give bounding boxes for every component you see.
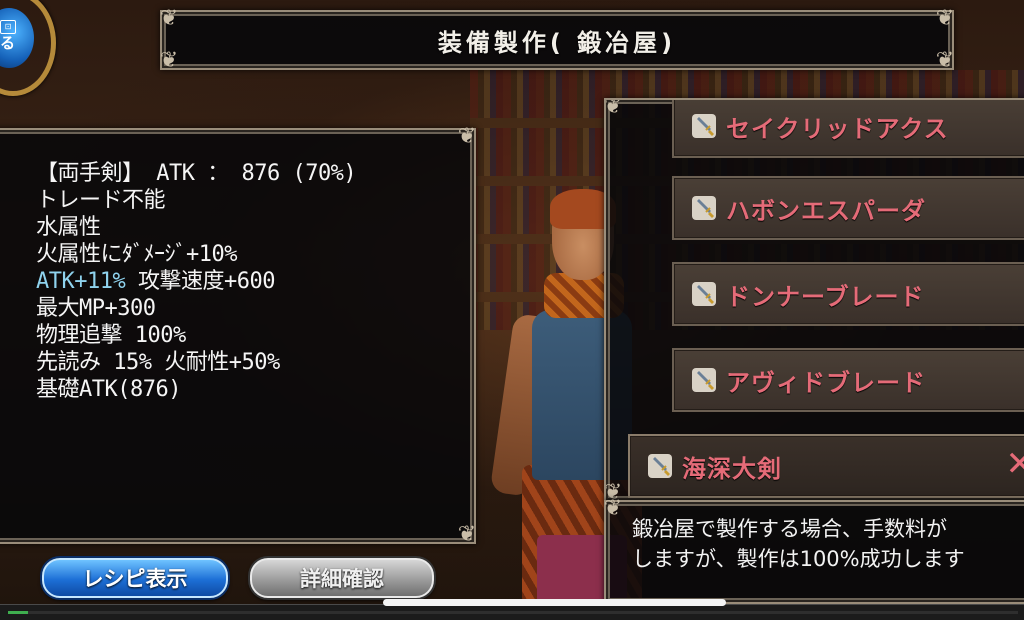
- recipe-list-panel[interactable]: ❦ ❦ セイクリッドアクス ハボンエスパーダ ドンナーブレード: [604, 98, 1024, 502]
- ornament-icon: ❦: [600, 496, 626, 522]
- stat-line: 【両手剣】 ATK ： 876 (70%): [36, 160, 356, 187]
- recipe-name: ドンナーブレード: [726, 277, 925, 312]
- globe-menu-button[interactable]: ⊡ る: [0, 0, 50, 90]
- sword-icon: [646, 452, 674, 480]
- detail-check-button[interactable]: 詳細確認: [250, 558, 434, 598]
- stat-line: 最大MP+300: [36, 295, 356, 322]
- ornament-icon: ❦: [932, 6, 958, 32]
- recipe-item[interactable]: ハボンエスパーダ: [672, 176, 1024, 240]
- description-text: 鍛冶屋で製作する場合、手数料が しますが、製作は100%成功します: [632, 514, 965, 574]
- ornament-icon: ❦: [454, 522, 480, 548]
- stat-attack-speed: 攻撃速度+600: [125, 269, 275, 294]
- sword-icon: [690, 366, 718, 394]
- close-icon[interactable]: ✕: [1006, 444, 1024, 484]
- show-recipe-button[interactable]: レシピ表示: [42, 558, 228, 598]
- bottom-bar: [0, 604, 1024, 620]
- description-line: しますが、製作は100%成功します: [632, 544, 965, 574]
- title-bar: ❦ ❦ ❦ ❦ 装備製作( 鍛冶屋): [160, 10, 954, 70]
- stat-line: 基礎ATK(876): [36, 376, 356, 403]
- item-stats-panel: ❦ ❦ 【両手剣】 ATK ： 876 (70%) トレード不能 水属性 火属性…: [0, 128, 476, 544]
- ornament-icon: ❦: [932, 48, 958, 74]
- recipe-item[interactable]: セイクリッドアクス: [672, 98, 1024, 158]
- sword-icon: [690, 280, 718, 308]
- home-indicator[interactable]: [383, 599, 726, 606]
- ornament-icon: ❦: [156, 6, 182, 32]
- stat-line: 先読み 15% 火耐性+50%: [36, 349, 356, 376]
- recipe-name: 海深大剣: [682, 449, 782, 484]
- description-line: 鍛冶屋で製作する場合、手数料が: [632, 514, 965, 544]
- stat-line: 物理追撃 100%: [36, 322, 356, 349]
- recipe-name: アヴィドブレード: [726, 363, 926, 398]
- page-title: 装備製作( 鍛冶屋): [438, 23, 676, 58]
- progress-fill: [8, 611, 28, 614]
- stats-list: 【両手剣】 ATK ： 876 (70%) トレード不能 水属性 火属性にﾀﾞﾒ…: [36, 160, 356, 403]
- ornament-icon: ❦: [454, 124, 480, 150]
- stat-line: トレード不能: [36, 187, 356, 214]
- globe-label: る: [0, 32, 15, 53]
- recipe-name: セイクリッドアクス: [726, 109, 949, 144]
- sword-icon: [690, 194, 718, 222]
- stat-line: ATK+11% 攻撃速度+600: [36, 268, 356, 295]
- stat-atk-bonus: ATK+11%: [36, 269, 125, 294]
- stat-line: 水属性: [36, 214, 356, 241]
- description-panel: ❦ 鍛冶屋で製作する場合、手数料が しますが、製作は100%成功します: [604, 500, 1024, 604]
- ornament-icon: ❦: [604, 98, 626, 120]
- recipe-name: ハボンエスパーダ: [726, 191, 926, 226]
- progress-track: [8, 611, 1018, 614]
- recipe-item-selected[interactable]: 海深大剣 ✕: [628, 434, 1024, 498]
- stat-line: 火属性にﾀﾞﾒｰｼﾞ+10%: [36, 241, 356, 268]
- ornament-icon: ❦: [156, 48, 182, 74]
- recipe-item[interactable]: ドンナーブレード: [672, 262, 1024, 326]
- sword-icon: [690, 112, 718, 140]
- recipe-item[interactable]: アヴィドブレード: [672, 348, 1024, 412]
